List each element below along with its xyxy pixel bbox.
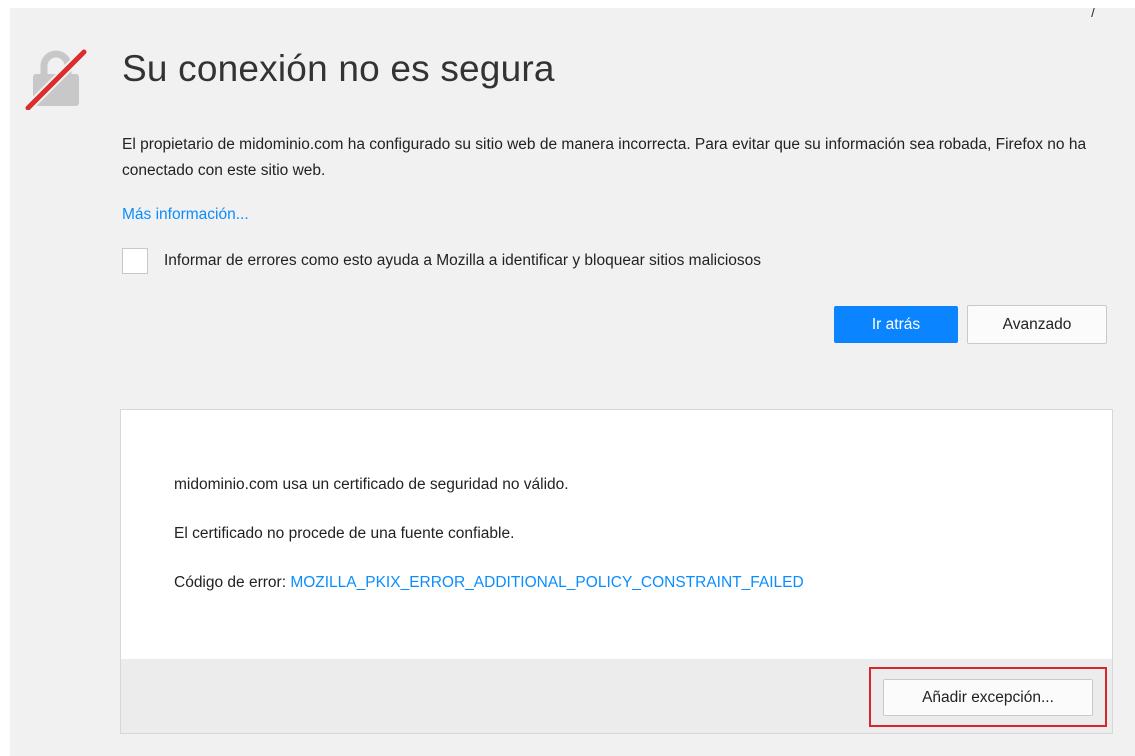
advanced-details-panel: midominio.com usa un certificado de segu… (120, 409, 1113, 734)
error-page: / Su conexión no es segura El propietari… (10, 8, 1135, 756)
report-errors-label[interactable]: Informar de errores como esto ayuda a Mo… (164, 252, 761, 270)
go-back-button[interactable]: Ir atrás (834, 306, 958, 343)
cert-untrusted-text: El certificado no procede de una fuente … (174, 525, 515, 542)
advanced-button[interactable]: Avanzado (967, 305, 1107, 344)
report-errors-checkbox[interactable] (122, 248, 148, 274)
report-errors-row: Informar de errores como esto ayuda a Mo… (122, 248, 761, 274)
error-code-line: Código de error: MOZILLA_PKIX_ERROR_ADDI… (174, 574, 804, 592)
error-code-link[interactable]: MOZILLA_PKIX_ERROR_ADDITIONAL_POLICY_CON… (290, 574, 803, 591)
error-code-label: Código de error: (174, 574, 291, 591)
details-footer: Añadir excepción... (121, 659, 1112, 733)
cert-invalid-text: midominio.com usa un certificado de segu… (174, 476, 569, 493)
page-title: Su conexión no es segura (122, 48, 555, 89)
error-description: El propietario de midominio.com ha confi… (122, 136, 1087, 179)
corner-mark: / (1091, 8, 1095, 20)
broken-lock-icon (24, 48, 88, 110)
more-info-link[interactable]: Más información... (122, 206, 249, 224)
add-exception-button[interactable]: Añadir excepción... (883, 679, 1093, 716)
